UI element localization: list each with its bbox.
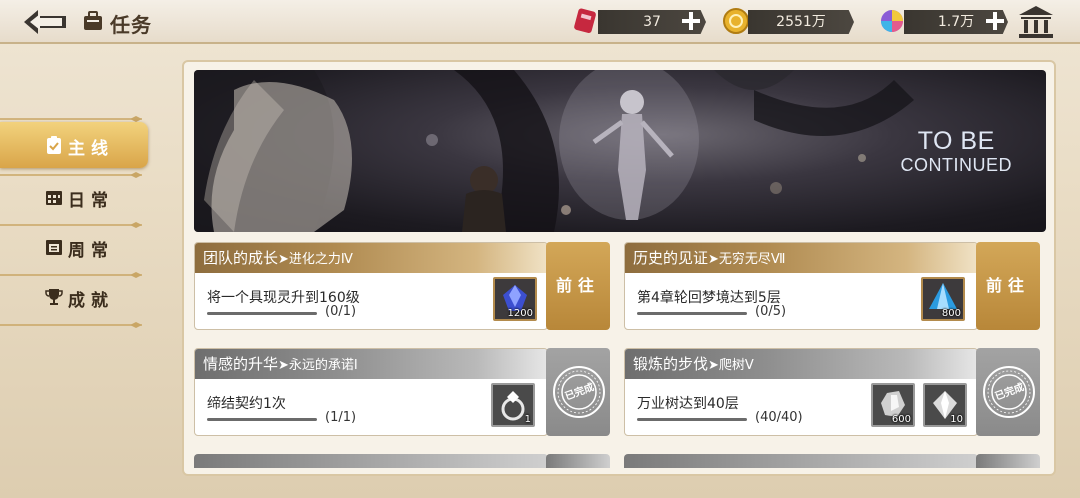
tab-weekly[interactable]: 周常 [0,224,148,270]
reward-item[interactable]: 1 [491,383,535,427]
trophy-icon [45,289,63,305]
banner-caption: TO BE CONTINUED [901,128,1013,176]
back-icon[interactable] [22,7,72,37]
completed-stamp: 已完成 [976,348,1040,436]
page-title: 任务 [110,13,152,37]
sidebar-divider [0,322,142,328]
banner-caption-line1: TO BE [917,127,995,155]
tab-daily-label: 日常 [68,191,114,211]
task-progress-bar [637,418,747,421]
task-title: 情感的升华 [203,355,279,373]
gold-value: 2551万 [748,10,854,34]
clipboard-check-icon [47,136,61,154]
reward-count: 600 [891,414,911,425]
bank-building-icon[interactable] [1016,4,1056,40]
task-card: 团队的成长➤进化之力Ⅳ 将一个具现灵升到160级 (0/1) 1200 [194,242,548,330]
banner-caption-line2: CONTINUED [900,155,1012,175]
stamina-ticket-icon [574,8,596,34]
rainbow-crystal-icon [881,10,903,32]
task-subtitle: ➤无穷无尽Ⅶ [708,252,786,267]
calendar-icon [46,191,62,205]
reward-count: 1 [524,414,531,425]
reward-item[interactable]: 1200 [493,277,537,321]
task-progress-text: (0/5) [755,304,787,319]
tab-achievement-label: 成就 [68,291,114,311]
next-task-button-edge [976,454,1040,468]
task-description: 缔结契约1次 [207,396,286,412]
go-button[interactable]: 前往 [976,242,1040,330]
task-card-header: 历史的见证➤无穷无尽Ⅶ [625,243,977,273]
task-title: 团队的成长 [203,249,279,267]
top-bar: 任务 37 2551万 1.7万 [0,0,1080,44]
task-card-header: 团队的成长➤进化之力Ⅳ [195,243,547,273]
reward-item[interactable]: 600 [871,383,915,427]
next-task-button-edge [546,454,610,468]
stamina-value-text: 37 [643,14,661,30]
task-panel: TO BE CONTINUED 团队的成长➤进化之力Ⅳ 将一个具现灵升到160级… [182,60,1056,476]
gold-coin-icon [723,8,749,34]
reward-count: 10 [950,414,963,425]
tab-weekly-label: 周常 [68,241,114,261]
crystal-value-text: 1.7万 [937,14,975,30]
task-card: 锻炼的步伐➤爬树Ⅴ 万业树达到40层 (40/40) 600 10 [624,348,978,436]
completed-stamp: 已完成 [546,348,610,436]
next-task-card-edge [624,454,978,468]
reward-count: 800 [941,308,961,319]
gold-value-text: 2551万 [776,14,826,30]
add-stamina-plus-icon[interactable] [680,10,702,32]
tab-main-quest-label: 主线 [68,139,114,159]
task-subtitle: ➤爬树Ⅴ [708,358,754,373]
week-calendar-icon [46,240,62,255]
task-progress-bar [207,418,317,421]
task-progress-text: (40/40) [755,410,803,425]
reward-item[interactable]: 800 [921,277,965,321]
tab-daily[interactable]: 日常 [0,174,148,220]
reward-item[interactable]: 10 [923,383,967,427]
task-title: 历史的见证 [633,249,709,267]
task-card-header: 情感的升华➤永远的承诺Ⅰ [195,349,547,379]
go-button[interactable]: 前往 [546,242,610,330]
task-card: 历史的见证➤无穷无尽Ⅶ 第4章轮回梦境达到5层 (0/5) 800 [624,242,978,330]
tab-achievement[interactable]: 成就 [0,274,148,320]
task-description: 万业树达到40层 [637,396,739,412]
task-progress-bar [637,312,747,315]
task-card-header: 锻炼的步伐➤爬树Ⅴ [625,349,977,379]
reward-count: 1200 [507,308,533,319]
task-progress-text: (1/1) [325,410,357,425]
story-banner: TO BE CONTINUED [194,70,1046,232]
task-bag-icon [84,11,102,30]
task-subtitle: ➤永远的承诺Ⅰ [278,358,358,373]
task-progress-bar [207,312,317,315]
task-progress-text: (0/1) [325,304,357,319]
next-task-card-edge [194,454,548,468]
task-card: 情感的升华➤永远的承诺Ⅰ 缔结契约1次 (1/1) 1 [194,348,548,436]
task-subtitle: ➤进化之力Ⅳ [278,252,353,267]
tab-main-quest[interactable]: 主线 [0,122,148,168]
task-title: 锻炼的步伐 [633,355,709,373]
add-crystal-plus-icon[interactable] [984,10,1006,32]
